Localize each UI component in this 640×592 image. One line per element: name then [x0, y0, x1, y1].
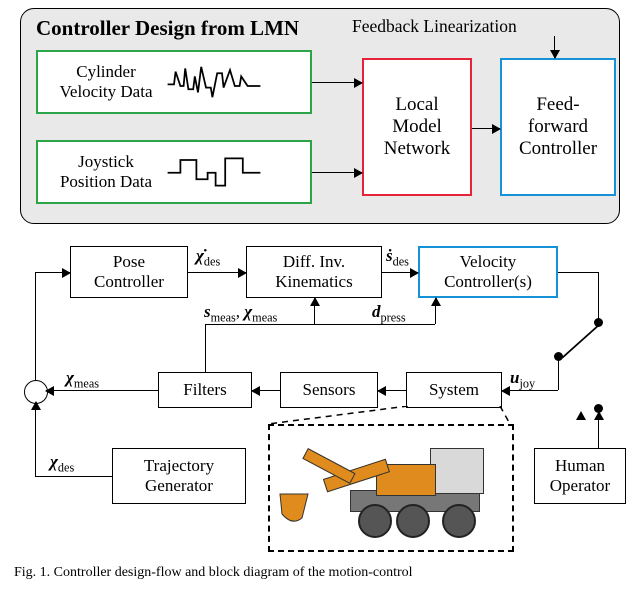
smeas-chimeas-label: smeas, χmeas: [204, 302, 277, 325]
cylinder-velocity-data-box: Cylinder Velocity Data: [36, 50, 312, 114]
arrow-lmn-to-ff: [472, 128, 500, 129]
arrow-sum-to-pose: [35, 272, 70, 273]
chi-meas-label: χmeas: [66, 368, 99, 391]
arrow-fblin-to-ff: [554, 36, 555, 58]
lmn-title: Controller Design from LMN: [36, 16, 299, 41]
arrow-filters-to-sum: [46, 390, 158, 391]
dpress-label: dpress: [372, 302, 406, 325]
arrow-system-to-sensors: [378, 390, 406, 391]
arrow-cylvel-to-lmn: [312, 82, 362, 83]
trajectory-generator-box: Trajectory Generator: [112, 448, 246, 504]
figure-caption: Fig. 1. Controller design-flow and block…: [0, 555, 640, 581]
joystick-position-data-box: Joystick Position Data: [36, 140, 312, 204]
filters-box: Filters: [158, 372, 252, 408]
ujoy-label: ujoy: [510, 368, 535, 391]
chi-des-label: χdes: [50, 452, 74, 475]
arrow-joypos-to-lmn: [312, 172, 362, 173]
arrow-smeas-to-dik: [314, 298, 315, 324]
diff-inv-kinematics-box: Diff. Inv. Kinematics: [246, 246, 382, 298]
cylinder-velocity-data-label: Cylinder Velocity Data: [46, 62, 166, 101]
position-signal-icon: [166, 152, 262, 192]
diagram-root: Controller Design from LMN Feedback Line…: [0, 0, 640, 555]
joystick-position-data-label: Joystick Position Data: [46, 152, 166, 191]
system-dashed-connectors: [268, 406, 512, 426]
arrow-dik-to-velctrl: [382, 272, 418, 273]
feedforward-controller-box: Feed- forward Controller: [500, 58, 616, 196]
human-operator-box: Human Operator: [534, 448, 626, 504]
arrow-pose-to-dik: [188, 272, 246, 273]
system-box: System: [406, 372, 502, 408]
local-model-network-box: Local Model Network: [362, 58, 472, 196]
arrow-dpress-to-velctrl: [435, 298, 436, 324]
s-dot-des-label: ṡdes: [386, 246, 409, 269]
pose-controller-box: Pose Controller: [70, 246, 188, 298]
excavator-icon: [280, 436, 500, 540]
feedback-linearization-label: Feedback Linearization: [352, 16, 517, 37]
sensors-box: Sensors: [280, 372, 378, 408]
arrow-traj-to-sum: [35, 402, 36, 476]
arrow-sensors-to-filters: [252, 390, 280, 391]
velocity-controllers-box: Velocity Controller(s): [418, 246, 558, 298]
velocity-signal-icon: [166, 62, 262, 102]
switch-arm: [560, 318, 606, 366]
chi-dot-des-label: χ̇des: [196, 246, 220, 269]
